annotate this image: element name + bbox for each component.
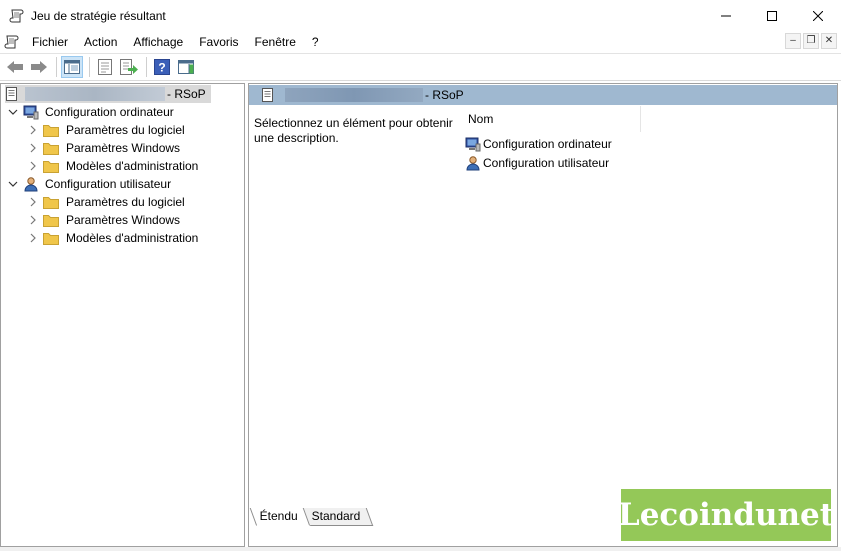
tree-item-user-config[interactable]: Configuration utilisateur (7, 175, 173, 193)
folder-icon (43, 125, 59, 137)
tree-item-label: Modèles d'administration (66, 159, 199, 173)
maximize-icon (767, 10, 777, 21)
column-header-label: Nom (468, 112, 494, 126)
chevron-right-icon[interactable] (27, 160, 39, 172)
help-icon: ? (154, 59, 170, 75)
tree-item-label: Configuration ordinateur (45, 105, 174, 119)
details-pane[interactable]: - RSoP Sélectionnez un élément pour obte… (248, 83, 838, 547)
computer-icon (465, 137, 481, 152)
list-item-computer-config[interactable]: Configuration ordinateur (465, 135, 612, 153)
mdi-close-button[interactable]: ✕ (821, 33, 837, 49)
tree-item-user-admin-templates[interactable]: Modèles d'administration (27, 229, 200, 247)
chevron-right-icon[interactable] (27, 124, 39, 136)
show-hide-tree-icon (64, 60, 80, 74)
folder-icon (43, 197, 59, 209)
export-list-icon (120, 59, 138, 75)
toolbar-separator (146, 57, 147, 77)
status-bar (0, 547, 841, 551)
menu-affichage[interactable]: Affichage (125, 31, 191, 53)
toolbar: ? (0, 53, 841, 81)
menu-action[interactable]: Action (76, 31, 125, 53)
maximize-button[interactable] (749, 0, 795, 31)
close-icon (813, 10, 823, 21)
tab-standard[interactable]: Standard (301, 508, 374, 526)
chevron-right-icon[interactable] (27, 214, 39, 226)
properties-icon (98, 59, 112, 75)
chevron-right-icon[interactable] (27, 142, 39, 154)
mdi-restore-button[interactable]: ❐ (803, 33, 819, 49)
tree-root-rsop[interactable]: - RSoP (5, 85, 211, 103)
forward-icon (31, 61, 47, 73)
toolbar-separator (56, 57, 57, 77)
mdi-minimize-button[interactable]: – (785, 33, 801, 49)
redacted-name (285, 88, 423, 102)
chevron-down-icon[interactable] (7, 106, 19, 118)
minimize-icon (721, 15, 731, 16)
tree-item-label: Modèles d'administration (66, 231, 199, 245)
svg-text:?: ? (158, 61, 165, 75)
tree-item-label: Paramètres du logiciel (66, 123, 185, 137)
minimize-button[interactable] (703, 0, 749, 31)
folder-icon (43, 233, 59, 245)
folder-icon (43, 215, 59, 227)
properties-button[interactable] (94, 56, 116, 78)
show-hide-action-pane-button[interactable] (175, 56, 197, 78)
close-button[interactable] (795, 0, 841, 31)
rsop-scroll-icon[interactable] (4, 34, 20, 50)
back-button[interactable] (4, 56, 26, 78)
rsop-scroll-icon (6, 87, 17, 101)
export-list-button[interactable] (118, 56, 140, 78)
tree-item-computer-config[interactable]: Configuration ordinateur (7, 103, 176, 121)
tree-item-label: Configuration utilisateur (45, 177, 172, 191)
chevron-right-icon[interactable] (27, 232, 39, 244)
menu-fenetre[interactable]: Fenêtre (247, 31, 304, 53)
title-bar: Jeu de stratégie résultant (0, 0, 841, 31)
folder-icon (43, 161, 59, 173)
help-button[interactable]: ? (151, 56, 173, 78)
folder-icon (43, 143, 59, 155)
tree-item-label: Paramètres Windows (66, 141, 181, 155)
watermark-logo: Lecoindunet (618, 489, 834, 541)
list-item-label: Configuration ordinateur (483, 137, 612, 151)
tab-extended[interactable]: Étendu (249, 508, 311, 526)
chevron-right-icon[interactable] (27, 196, 39, 208)
tree-item-label: Paramètres du logiciel (66, 195, 185, 209)
column-header-name[interactable]: Nom (463, 106, 641, 132)
show-hide-tree-button[interactable] (61, 56, 83, 78)
computer-icon (23, 105, 39, 120)
menu-bar: Fichier Action Affichage Favoris Fenêtre… (0, 31, 841, 53)
tree-item-computer-windows[interactable]: Paramètres Windows (27, 139, 182, 157)
details-header-label: - RSoP (425, 88, 464, 102)
user-icon (24, 177, 38, 192)
tree-item-user-windows[interactable]: Paramètres Windows (27, 211, 182, 229)
tab-label: Standard (311, 509, 361, 523)
redacted-name (25, 87, 165, 101)
show-hide-action-pane-icon (178, 60, 194, 74)
window-title: Jeu de stratégie résultant (31, 8, 166, 23)
menu-help[interactable]: ? (304, 31, 327, 53)
tab-label: Étendu (259, 509, 298, 523)
user-icon (466, 156, 480, 171)
tree-item-computer-software[interactable]: Paramètres du logiciel (27, 121, 187, 139)
list-item-user-config[interactable]: Configuration utilisateur (465, 154, 609, 172)
menu-fichier[interactable]: Fichier (24, 31, 76, 53)
list-item-label: Configuration utilisateur (483, 156, 610, 170)
forward-button[interactable] (28, 56, 50, 78)
rsop-scroll-icon (262, 88, 273, 102)
mdi-controls: – ❐ ✕ (785, 33, 837, 49)
rsop-scroll-icon (9, 9, 24, 22)
tree-item-user-software[interactable]: Paramètres du logiciel (27, 193, 187, 211)
tree-root-label: - RSoP (167, 87, 206, 101)
menu-favoris[interactable]: Favoris (191, 31, 246, 53)
back-icon (7, 61, 23, 73)
toolbar-separator (89, 57, 90, 77)
description-text: Sélectionnez un élément pour obtenir une… (254, 116, 453, 145)
tree-item-computer-admin-templates[interactable]: Modèles d'administration (27, 157, 200, 175)
console-tree[interactable]: - RSoP Configuration ordinateur Paramètr… (0, 83, 245, 547)
tree-item-label: Paramètres Windows (66, 213, 181, 227)
chevron-down-icon[interactable] (7, 178, 19, 190)
details-header: - RSoP (249, 85, 837, 105)
